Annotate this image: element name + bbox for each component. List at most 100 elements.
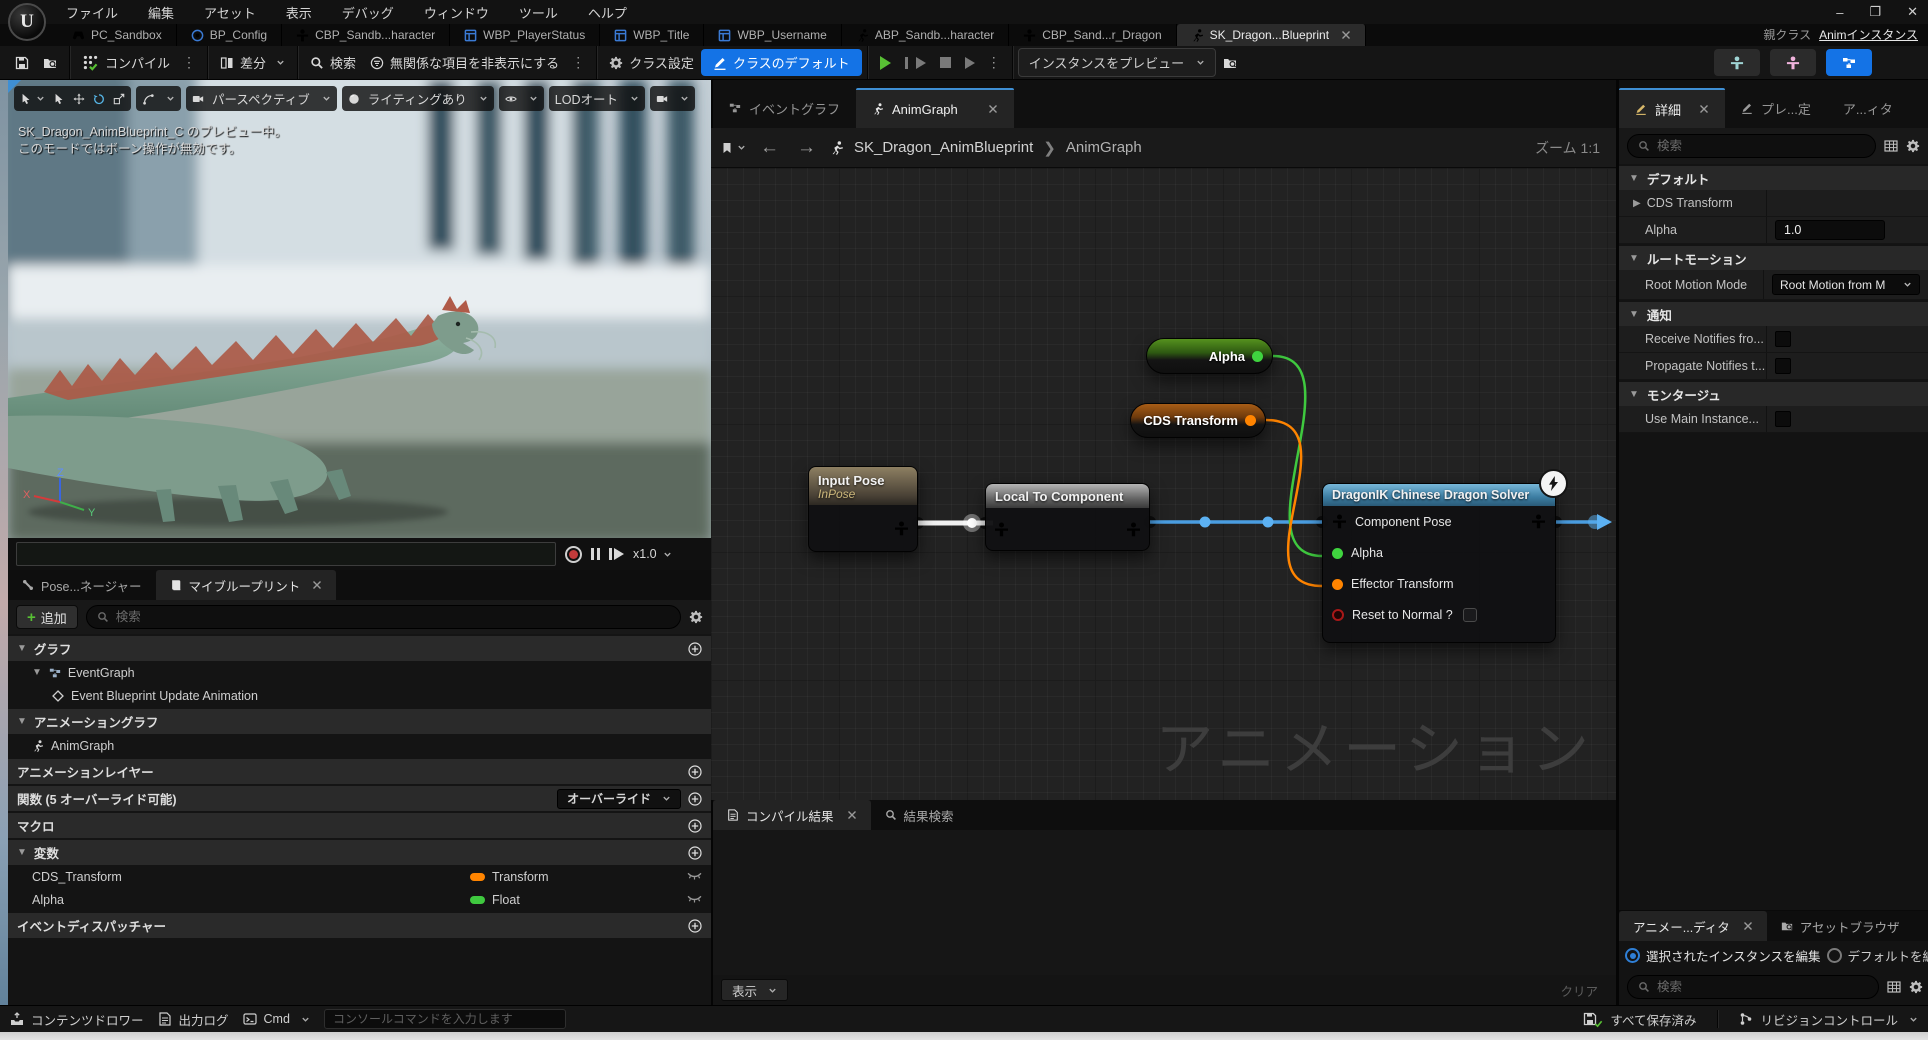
play-options-icon[interactable]: ⋮ bbox=[982, 54, 1007, 71]
close-tab-icon[interactable] bbox=[988, 104, 998, 114]
add-layer-icon[interactable] bbox=[688, 765, 702, 779]
blueprint-mode-button[interactable] bbox=[1826, 49, 1872, 76]
lit-mode-dropdown[interactable]: ライティングあり bbox=[342, 86, 494, 111]
stop-button[interactable] bbox=[933, 53, 958, 72]
pause-button[interactable] bbox=[591, 548, 600, 560]
node-cds-transform-get[interactable]: CDS Transform bbox=[1130, 403, 1266, 438]
pin-effector-transform-input[interactable] bbox=[1332, 579, 1343, 590]
tab-pose-manager[interactable]: Pose...ネージャー bbox=[8, 570, 156, 600]
pin-component-pose-input[interactable] bbox=[1332, 514, 1347, 529]
compile-options-icon[interactable]: ⋮ bbox=[177, 54, 202, 71]
show-dropdown[interactable]: 表示 bbox=[721, 979, 788, 1001]
section-root-motion[interactable]: ▼ルートモーション bbox=[1619, 246, 1928, 270]
rotate-tool-icon[interactable] bbox=[93, 93, 105, 105]
close-icon[interactable]: ✕ bbox=[1907, 4, 1918, 20]
asset-tab-cbp-dragon[interactable]: CBP_Sand...r_Dragon bbox=[1009, 24, 1176, 46]
back-icon[interactable]: ← bbox=[756, 137, 783, 159]
my-blueprint-search[interactable] bbox=[86, 605, 681, 629]
pin-alpha-input[interactable] bbox=[1332, 548, 1343, 559]
section-animation-graphs[interactable]: ▼アニメーショングラフ bbox=[8, 709, 711, 734]
section-event-dispatchers[interactable]: イベントディスパッチャー bbox=[8, 913, 711, 938]
edit-selected-instance-radio[interactable] bbox=[1625, 948, 1640, 963]
tab-asset-editor[interactable]: ア...ィタ bbox=[1827, 88, 1909, 128]
playback-speed-dropdown[interactable]: x1.0 bbox=[633, 547, 672, 561]
cmd-dropdown[interactable]: Cmd bbox=[243, 1012, 310, 1026]
display-grid-icon[interactable] bbox=[1887, 980, 1901, 994]
class-defaults-button[interactable]: クラスのデフォルト bbox=[701, 49, 862, 76]
menu-asset[interactable]: アセット bbox=[204, 3, 256, 22]
animgraph-canvas[interactable]: アニメーション Alpha CDS Transform Input Pos bbox=[711, 168, 1616, 800]
close-tab-icon[interactable] bbox=[312, 580, 322, 590]
breadcrumb-root[interactable]: SK_Dragon_AnimBlueprint bbox=[854, 139, 1033, 156]
browse-asset-button[interactable] bbox=[36, 52, 64, 74]
override-dropdown[interactable]: オーバーライド bbox=[557, 789, 681, 809]
asset-tab-wbp-playerstatus[interactable]: WBP_PlayerStatus bbox=[450, 24, 600, 46]
compile-button[interactable]: コンパイル bbox=[75, 49, 177, 76]
viewport-select-mode-icon[interactable] bbox=[20, 93, 45, 105]
play-button[interactable] bbox=[873, 52, 898, 74]
preview-instance-dropdown[interactable]: インスタンスをプレビュー bbox=[1018, 48, 1216, 77]
preview-editor-search[interactable] bbox=[1627, 975, 1879, 999]
parent-class-link[interactable]: Animインスタンス bbox=[1819, 26, 1918, 43]
section-graphs[interactable]: ▼グラフ bbox=[8, 636, 711, 661]
close-tab-icon[interactable] bbox=[847, 810, 857, 820]
skeleton-mode-button[interactable] bbox=[1714, 49, 1760, 76]
save-button[interactable] bbox=[8, 52, 36, 74]
edit-defaults-radio[interactable] bbox=[1827, 948, 1842, 963]
perspective-dropdown[interactable]: パースペクティブ bbox=[186, 86, 337, 111]
lod-dropdown[interactable]: LODオート bbox=[549, 86, 645, 111]
frame-skip-button[interactable] bbox=[898, 53, 933, 73]
tab-my-blueprint[interactable]: マイブループリント bbox=[156, 570, 337, 600]
class-settings-button[interactable]: クラス設定 bbox=[602, 49, 701, 76]
section-notifies[interactable]: ▼通知 bbox=[1619, 302, 1928, 326]
find-button[interactable]: 検索 bbox=[303, 49, 363, 76]
item-event-graph[interactable]: ▼EventGraph bbox=[8, 661, 711, 684]
use-main-instance-checkbox[interactable] bbox=[1775, 411, 1791, 427]
diff-button[interactable]: 差分 bbox=[213, 49, 292, 76]
root-motion-mode-dropdown[interactable]: Root Motion from M bbox=[1772, 274, 1920, 295]
propagate-notifies-checkbox[interactable] bbox=[1775, 358, 1791, 374]
add-graph-icon[interactable] bbox=[688, 642, 702, 656]
node-input-pose[interactable]: Input Pose InPose bbox=[808, 466, 918, 552]
filter-gear-icon[interactable] bbox=[689, 610, 703, 624]
add-variable-icon[interactable] bbox=[688, 846, 702, 860]
pin-component-pose-output[interactable] bbox=[1126, 522, 1141, 537]
asset-tab-cbp-character[interactable]: CBP_Sandb...haracter bbox=[282, 24, 450, 46]
step-forward-button[interactable] bbox=[609, 548, 624, 560]
select-tool-icon[interactable] bbox=[53, 93, 65, 105]
menu-file[interactable]: ファイル bbox=[66, 3, 118, 22]
clear-button[interactable]: クリア bbox=[1550, 981, 1608, 1000]
pin-pose-input[interactable] bbox=[994, 522, 1009, 537]
menu-tools[interactable]: ツール bbox=[519, 3, 558, 22]
tab-animgraph[interactable]: AnimGraph bbox=[856, 88, 1014, 128]
asset-tab-abp-character[interactable]: ABP_Sandb...haracter bbox=[842, 24, 1009, 46]
menu-window[interactable]: ウィンドウ bbox=[424, 3, 489, 22]
section-animation-layers[interactable]: アニメーションレイヤー bbox=[8, 759, 711, 784]
content-drawer-button[interactable]: コンテンツドロワー bbox=[10, 1010, 144, 1029]
variable-row-cds-transform[interactable]: CDS_Transform Transform bbox=[8, 865, 711, 888]
settings-gear-icon[interactable] bbox=[1906, 139, 1920, 153]
console-command-input[interactable] bbox=[324, 1009, 566, 1029]
tab-event-graph[interactable]: イベントグラフ bbox=[713, 88, 856, 128]
alpha-value-input[interactable] bbox=[1775, 220, 1885, 240]
pin-pose-output[interactable] bbox=[1531, 514, 1546, 529]
close-tab-icon[interactable] bbox=[1699, 104, 1709, 114]
record-button[interactable] bbox=[565, 546, 582, 563]
variable-row-alpha[interactable]: Alpha Float bbox=[8, 888, 711, 911]
asset-tab-wbp-username[interactable]: WBP_Username bbox=[704, 24, 841, 46]
browse-instance-button[interactable] bbox=[1216, 52, 1244, 74]
menu-help[interactable]: ヘルプ bbox=[588, 3, 627, 22]
preview-viewport[interactable]: パースペクティブ ライティングあり LODオート SK_Dragon_AnimB… bbox=[8, 80, 711, 570]
add-dispatcher-icon[interactable] bbox=[688, 919, 702, 933]
asset-tab-wbp-title[interactable]: WBP_Title bbox=[600, 24, 704, 46]
menu-debug[interactable]: デバッグ bbox=[342, 3, 394, 22]
menu-view[interactable]: 表示 bbox=[286, 3, 312, 22]
close-tab-icon[interactable] bbox=[1743, 921, 1753, 931]
mesh-mode-button[interactable] bbox=[1770, 49, 1816, 76]
details-search[interactable] bbox=[1627, 134, 1876, 158]
node-dragonik-solver[interactable]: DragonIK Chinese Dragon Solver Component… bbox=[1322, 483, 1556, 643]
advance-button[interactable] bbox=[958, 53, 982, 73]
section-macros[interactable]: マクロ bbox=[8, 813, 711, 838]
show-flags-dropdown[interactable] bbox=[499, 86, 544, 111]
tab-find-results[interactable]: 結果検索 bbox=[871, 800, 968, 830]
